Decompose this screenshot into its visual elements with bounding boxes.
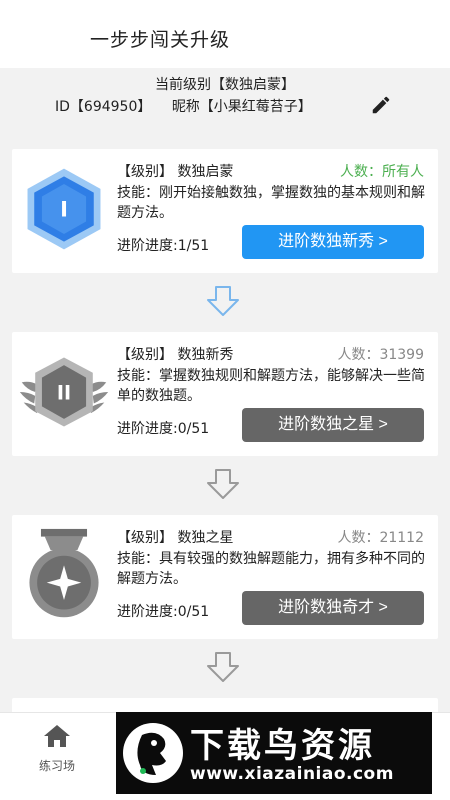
level-one-badge-icon: I bbox=[27, 168, 101, 250]
edit-icon[interactable] bbox=[370, 94, 392, 116]
level-skill: 技能：掌握数独规则和解题方法，能够解决一些简单的数独题。 bbox=[117, 368, 425, 404]
watermark-text: 下载鸟资源 bbox=[190, 726, 375, 766]
level-title: 【级别】 数独启蒙 bbox=[117, 164, 234, 180]
profile-summary: 当前级别【数独启蒙】 ID【694950】 昵称【小果红莓苔子】 bbox=[0, 68, 450, 130]
level-progress: 进阶进度:0/51 bbox=[117, 421, 210, 437]
user-info: ID【694950】 昵称【小果红莓苔子】 bbox=[55, 96, 328, 116]
level-progress: 进阶进度:0/51 bbox=[117, 604, 210, 620]
watermark-banner: 下载鸟资源 www.xiazainiao.com bbox=[116, 712, 432, 794]
down-arrow-icon bbox=[207, 469, 239, 499]
advance-to-star-button[interactable]: 进阶数独之星 > bbox=[242, 408, 424, 442]
level-three-badge-icon bbox=[29, 528, 99, 618]
level-title: 【级别】 数独新秀 bbox=[117, 347, 234, 363]
player-count: 人数：所有人 bbox=[340, 164, 424, 180]
level-two-badge-icon: II bbox=[19, 357, 109, 427]
level-skill: 技能：刚开始接触数独，掌握数独的基本规则和解题方法。 bbox=[117, 185, 425, 221]
user-nickname: 昵称【小果红莓苔子】 bbox=[171, 99, 312, 115]
level-skill: 技能：具有较强的数独解题能力，拥有多种不同的解题方法。 bbox=[117, 551, 425, 587]
svg-text:II: II bbox=[57, 382, 71, 405]
tab-practice[interactable]: 练习场 bbox=[22, 723, 92, 774]
home-icon bbox=[44, 725, 70, 747]
level-card-star: 【级别】 数独之星 人数：21112 技能：具有较强的数独解题能力，拥有多种不同… bbox=[12, 515, 438, 639]
current-level-text: 当前级别【数独启蒙】 bbox=[155, 77, 295, 93]
down-arrow-icon bbox=[207, 286, 239, 316]
down-arrow-icon bbox=[207, 652, 239, 682]
level-card-beginner: I 【级别】 数独启蒙 人数：所有人 技能：刚开始接触数独，掌握数独的基本规则和… bbox=[12, 149, 438, 273]
player-count: 人数：21112 bbox=[337, 530, 424, 546]
player-count: 人数：31399 bbox=[337, 347, 424, 363]
watermark-url: www.xiazainiao.com bbox=[190, 764, 394, 784]
level-card-rookie: II 【级别】 数独新秀 人数：31399 技能：掌握数独规则和解题方法，能够解… bbox=[12, 332, 438, 456]
tab-label: 练习场 bbox=[38, 759, 75, 773]
bird-logo-icon bbox=[123, 723, 183, 783]
level-title: 【级别】 数独之星 bbox=[117, 530, 234, 546]
advance-to-genius-button[interactable]: 进阶数独奇才 > bbox=[242, 591, 424, 625]
advance-to-rookie-button[interactable]: 进阶数独新秀 > bbox=[242, 225, 424, 259]
svg-text:I: I bbox=[60, 197, 68, 222]
app-header: 一步步闯关升级 bbox=[0, 0, 450, 68]
page-title: 一步步闯关升级 bbox=[90, 29, 231, 51]
level-progress: 进阶进度:1/51 bbox=[117, 238, 210, 254]
user-id: ID【694950】 bbox=[55, 99, 152, 115]
